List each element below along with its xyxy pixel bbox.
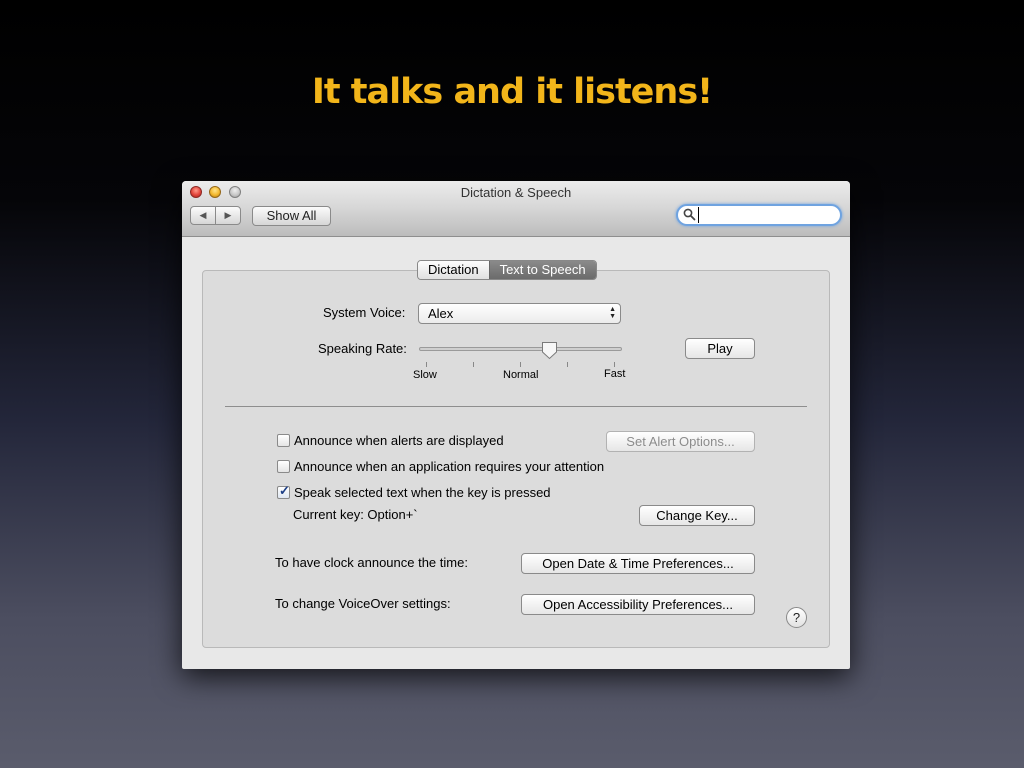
rate-tick (614, 362, 615, 367)
rate-fast-label: Fast (604, 368, 626, 380)
preferences-window: Dictation & Speech ◀ ▶ Show All Dictatio… (182, 181, 850, 669)
help-button[interactable]: ? (786, 607, 807, 628)
rate-tick (520, 362, 521, 367)
window-title: Dictation & Speech (460, 185, 572, 200)
tab-text-to-speech[interactable]: Text to Speech (488, 261, 596, 279)
back-forward-group: ◀ ▶ (190, 206, 241, 225)
change-key-button[interactable]: Change Key... (639, 505, 755, 526)
forward-button[interactable]: ▶ (215, 207, 240, 224)
section-divider (225, 406, 807, 407)
show-all-button[interactable]: Show All (252, 206, 331, 226)
window-titlebar: Dictation & Speech ◀ ▶ Show All (182, 181, 850, 237)
search-field[interactable] (676, 204, 842, 226)
rate-tick (426, 362, 427, 367)
clock-announce-label: To have clock announce the time: (275, 555, 468, 570)
tab-bar: Dictation Text to Speech (417, 260, 597, 280)
speak-selected-text-checkbox[interactable]: ✓ (277, 483, 290, 499)
system-voice-label: System Voice: (323, 305, 406, 320)
rate-slow-label: Slow (413, 369, 437, 381)
popup-arrows-icon: ▲ ▼ (609, 306, 616, 320)
search-input[interactable] (698, 207, 835, 223)
announce-attention-checkbox[interactable] (277, 460, 290, 473)
tab-dictation[interactable]: Dictation (418, 261, 489, 279)
set-alert-options-button[interactable]: Set Alert Options... (606, 431, 755, 452)
speak-selected-text-label: Speak selected text when the key is pres… (294, 485, 551, 500)
forward-arrow-icon: ▶ (224, 210, 232, 220)
system-voice-value: Alex (428, 306, 454, 321)
announce-alerts-label: Announce when alerts are displayed (294, 433, 504, 448)
back-button[interactable]: ◀ (191, 207, 215, 224)
open-date-time-preferences-button[interactable]: Open Date & Time Preferences... (521, 553, 755, 574)
checkmark-icon: ✓ (279, 483, 290, 498)
speaking-rate-label: Speaking Rate: (318, 341, 407, 356)
slide-title: It talks and it listens! (311, 72, 713, 112)
system-voice-popup[interactable]: Alex ▲ ▼ (418, 303, 621, 324)
search-icon (683, 208, 696, 221)
voiceover-settings-label: To change VoiceOver settings: (275, 596, 451, 611)
speaking-rate-slider-thumb[interactable] (541, 341, 558, 360)
rate-tick (567, 362, 568, 367)
back-arrow-icon: ◀ (199, 210, 207, 220)
open-accessibility-preferences-button[interactable]: Open Accessibility Preferences... (521, 594, 755, 615)
announce-alerts-checkbox[interactable] (277, 434, 290, 447)
speaking-rate-slider-track[interactable] (419, 347, 622, 351)
current-key-label: Current key: Option+` (293, 507, 418, 522)
rate-tick (473, 362, 474, 367)
rate-normal-label: Normal (503, 369, 539, 381)
play-button[interactable]: Play (685, 338, 755, 359)
announce-attention-label: Announce when an application requires yo… (294, 459, 605, 474)
